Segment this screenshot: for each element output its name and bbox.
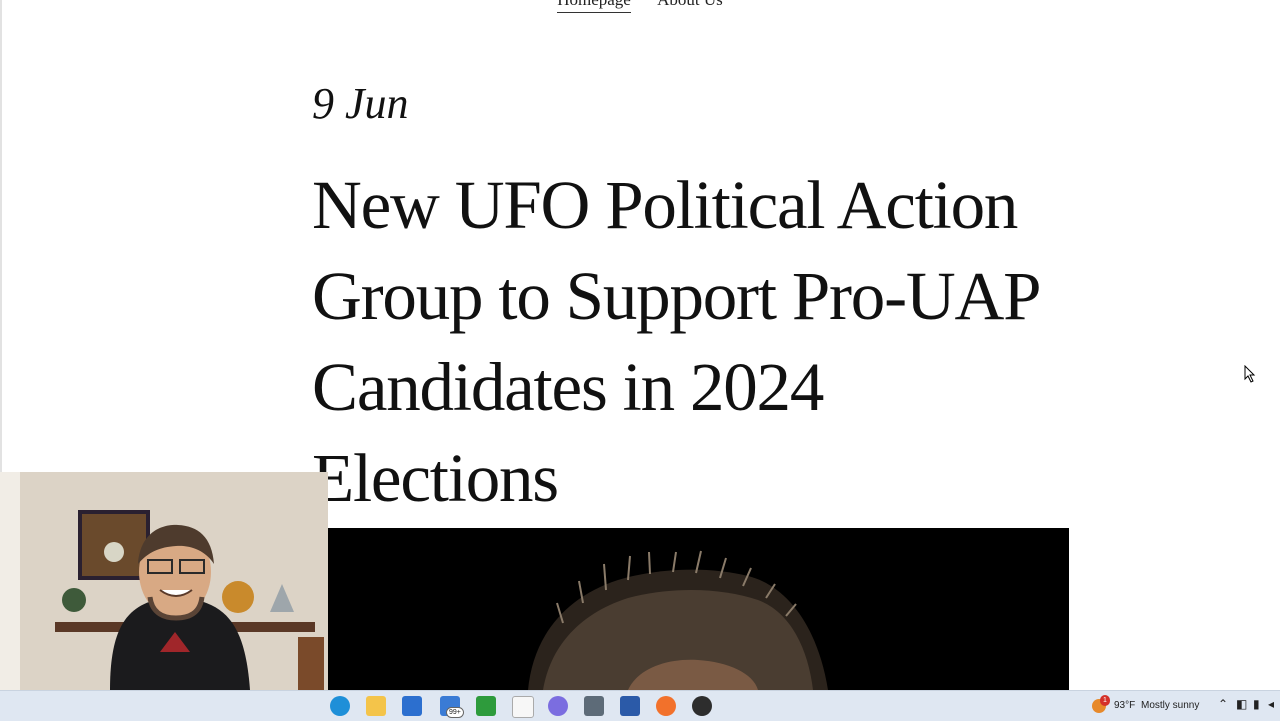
top-nav: Homepage About Us: [0, 0, 1280, 13]
hero-photo-graphic: [328, 528, 1069, 690]
network-icon[interactable]: ◧: [1236, 697, 1247, 711]
mail-unread-badge: 99+: [446, 707, 464, 718]
xbox-icon[interactable]: [476, 696, 496, 716]
notepad-icon[interactable]: [512, 696, 534, 718]
speaker-icon[interactable]: ◂: [1268, 697, 1274, 711]
nav-link-homepage[interactable]: Homepage: [557, 0, 631, 13]
mouse-cursor-icon: [1244, 365, 1256, 383]
snipping-tool-icon[interactable]: [548, 696, 568, 716]
windows-taskbar: 99+ 1 93°F Mostly sunny ⌃ ◧ ▮ ◂: [0, 690, 1280, 721]
weather-alert-badge: 1: [1100, 695, 1110, 706]
webcam-overlay: [0, 472, 328, 690]
microsoft-store-icon[interactable]: [402, 696, 422, 716]
chevron-up-icon[interactable]: ⌃: [1218, 697, 1228, 711]
weather-temperature[interactable]: 93°F: [1114, 700, 1135, 711]
nav-link-about-us[interactable]: About Us: [657, 0, 723, 12]
obs-icon[interactable]: [692, 696, 712, 716]
firefox-icon[interactable]: [656, 696, 676, 716]
edge-icon[interactable]: [330, 696, 350, 716]
word-icon[interactable]: [620, 696, 640, 716]
weather-condition[interactable]: Mostly sunny: [1141, 700, 1199, 711]
post-title: New UFO Political Action Group to Suppor…: [312, 167, 1039, 516]
microphone-icon[interactable]: ▮: [1253, 697, 1260, 711]
file-explorer-icon[interactable]: [366, 696, 386, 716]
post-date: 9 Jun: [312, 79, 409, 128]
article-hero-image: [328, 528, 1069, 690]
webcam-feed-graphic: [0, 472, 328, 690]
calculator-icon[interactable]: [584, 696, 604, 716]
